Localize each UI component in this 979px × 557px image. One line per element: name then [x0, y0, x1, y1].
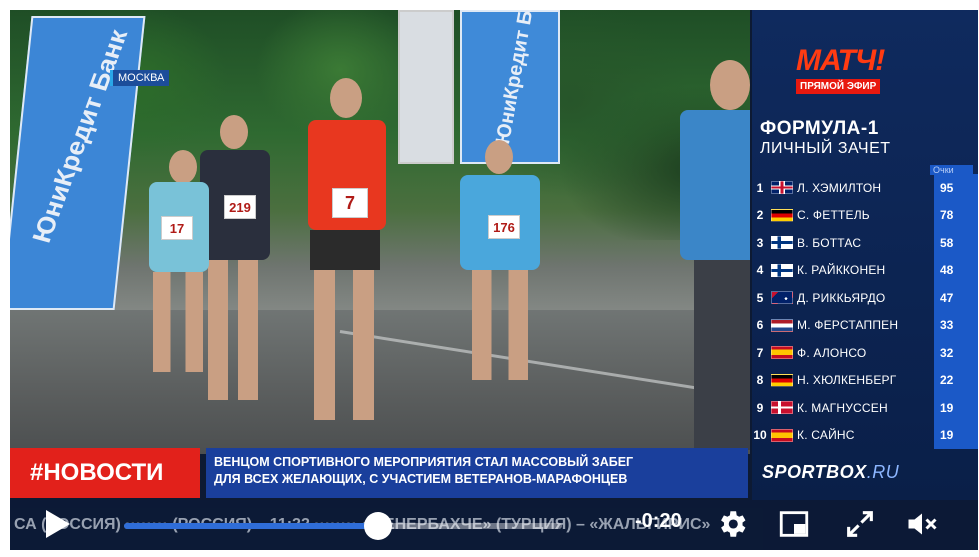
sponsor-flag-text-2: ЮниКредит Банк	[492, 10, 543, 146]
driver-name: Д. РИККЬЯРДО	[797, 290, 886, 305]
position: 7	[756, 345, 764, 360]
position: 5	[756, 290, 764, 305]
fullscreen-icon[interactable]	[842, 506, 878, 542]
driver-name: М. ФЕРСТАППЕН	[797, 318, 899, 333]
driver-points: 33	[934, 311, 978, 339]
driver-points: 95	[934, 174, 978, 202]
driver-name: К. МАГНУССЕН	[797, 400, 888, 415]
flag-de-icon	[771, 208, 793, 222]
driver-points: 19	[934, 421, 978, 449]
runner-bib: 17	[161, 216, 193, 240]
standings-row: 2 С. ФЕТТЕЛЬ 78	[752, 201, 978, 229]
standings-table: 1 Л. ХЭМИЛТОН 95 2 С. ФЕТТЕЛЬ 78 3 В. БО…	[752, 174, 978, 449]
sponsor-flag-right: ЮниКредит Банк	[460, 10, 560, 164]
runner-bib: 176	[488, 215, 520, 239]
standings-row: 10 К. САЙНС 19	[752, 421, 978, 449]
flag-dk-icon	[771, 401, 793, 415]
standings-row: 5 Д. РИККЬЯРДО 47	[752, 284, 978, 312]
standings-row: 1 Л. ХЭМИЛТОН 95	[752, 174, 978, 202]
standings-subtitle: ЛИЧНЫЙ ЗАЧЕТ	[760, 140, 891, 157]
wet-road	[10, 310, 750, 454]
standings-row: 9 К. МАГНУССЕН 19	[752, 394, 978, 422]
flag-de-icon	[771, 373, 793, 387]
position: 10	[753, 428, 767, 443]
position: 9	[756, 400, 764, 415]
live-badge: ПРЯМОЙ ЭФИР	[796, 79, 881, 94]
position: 8	[756, 373, 764, 388]
video-player[interactable]: ЮниКредит Банк ЮниКредит Банк 219 7 176	[10, 10, 978, 550]
standings-row: 6 М. ФЕРСТАППЕН 33	[752, 311, 978, 339]
flag-es-icon	[771, 346, 793, 360]
news-headline-line2: ДЛЯ ВСЕХ ЖЕЛАЮЩИХ, С УЧАСТИЕМ ВЕТЕРАНОВ-…	[214, 472, 628, 486]
flag-fi-icon	[771, 263, 793, 277]
news-tag: #НОВОСТИ	[10, 448, 200, 498]
gear-icon[interactable]	[714, 506, 750, 542]
flag-fi-icon	[771, 236, 793, 250]
channel-logo-text: МАТЧ!	[796, 44, 885, 77]
sponsor-flag-text: ЮниКредит Банк	[26, 26, 134, 246]
driver-points: 78	[934, 201, 978, 229]
seek-thumb[interactable]	[364, 512, 393, 540]
sportbox-logo-text: SPORTBOX	[762, 462, 867, 482]
standings-row: 4 К. РАЙККОНЕН 48	[752, 256, 978, 284]
location-tag: МОСКВА	[110, 70, 170, 86]
driver-name: В. БОТТАС	[797, 235, 862, 250]
position: 3	[756, 235, 764, 250]
driver-name: Н. ХЮЛКЕНБЕРГ	[797, 373, 897, 388]
standings-row: 3 В. БОТТАС 58	[752, 229, 978, 257]
driver-points: 48	[934, 256, 978, 284]
seek-bar-progress	[124, 523, 379, 529]
flag-nl-icon	[771, 318, 793, 332]
time-remaining: -0:20	[635, 510, 682, 532]
driver-points: 32	[934, 339, 978, 367]
video-frame: ЮниКредит Банк ЮниКредит Банк 219 7 176	[10, 10, 750, 454]
sponsor-flag-left: ЮниКредит Банк	[10, 16, 146, 310]
driver-name: К. РАЙККОНЕН	[797, 263, 886, 278]
standings-panel: МАТЧ! ПРЯМОЙ ЭФИР ФОРМУЛА-1 ЛИЧНЫЙ ЗАЧЕТ…	[752, 10, 978, 500]
flag-es-icon	[771, 428, 793, 442]
seek-bar[interactable]	[124, 512, 562, 540]
flag-gb-icon	[771, 181, 793, 195]
sportbox-logo-tld: .RU	[866, 462, 900, 482]
driver-points: 58	[934, 229, 978, 257]
sportbox-logo: SPORTBOX.RU	[762, 462, 899, 483]
driver-name: С. ФЕТТЕЛЬ	[797, 208, 870, 223]
news-headline: ВЕНЦОМ СПОРТИВНОГО МЕРОПРИЯТИЯ СТАЛ МАСС…	[206, 448, 748, 498]
miniplayer-icon[interactable]	[776, 506, 812, 542]
mute-icon[interactable]	[904, 506, 940, 542]
driver-name: Л. ХЭМИЛТОН	[797, 180, 882, 195]
standings-title: ФОРМУЛА-1	[760, 118, 879, 139]
position: 4	[756, 263, 764, 278]
channel-logo: МАТЧ! ПРЯМОЙ ЭФИР	[796, 46, 896, 94]
driver-points: 22	[934, 366, 978, 394]
play-icon[interactable]	[46, 510, 70, 538]
sponsor-flag-white	[398, 10, 454, 164]
news-headline-line1: ВЕНЦОМ СПОРТИВНОГО МЕРОПРИЯТИЯ СТАЛ МАСС…	[214, 455, 634, 469]
standings-row: 8 Н. ХЮЛКЕНБЕРГ 22	[752, 366, 978, 394]
driver-points: 19	[934, 394, 978, 422]
runner-bib: 219	[224, 195, 256, 219]
position: 2	[756, 208, 764, 223]
runner-bib: 7	[332, 188, 368, 218]
driver-name: Ф. АЛОНСО	[797, 345, 867, 360]
driver-points: 47	[934, 284, 978, 312]
driver-name: К. САЙНС	[797, 428, 855, 443]
position: 6	[756, 318, 764, 333]
position: 1	[756, 180, 764, 195]
flag-au-icon	[771, 291, 793, 305]
standings-row: 7 Ф. АЛОНСО 32	[752, 339, 978, 367]
